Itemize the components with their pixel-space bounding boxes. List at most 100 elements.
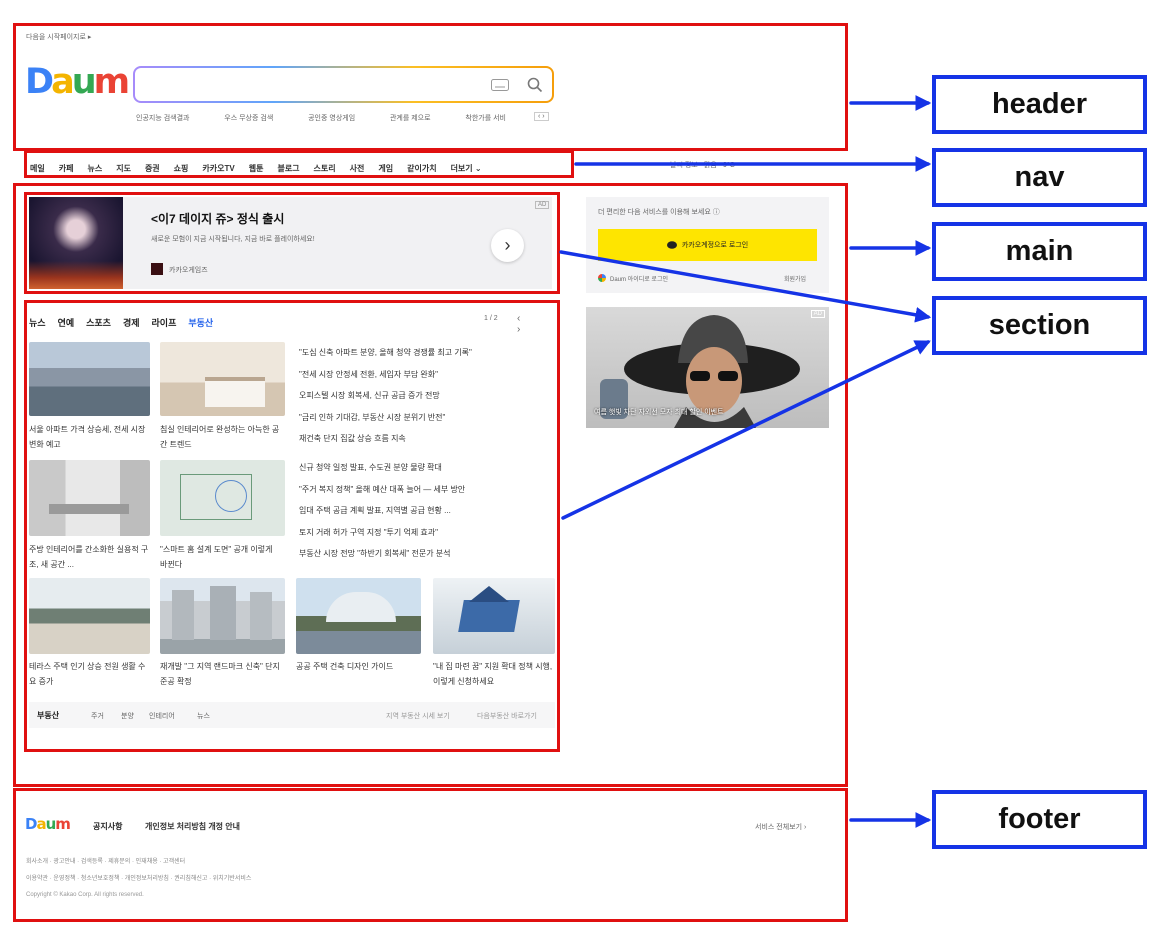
logo-letter-m: m <box>93 62 131 102</box>
advertiser-icon <box>151 263 163 275</box>
headline-list-2: 신규 청약 일정 발표, 수도권 분양 물량 확대 "주거 복지 정책" 올해 … <box>299 457 465 565</box>
keyboard-icon[interactable] <box>491 79 509 91</box>
headline-item[interactable]: 재건축 단지 집값 상승 흐름 지속 <box>299 428 472 450</box>
suggestion-2[interactable]: 우스 무상증 검색 <box>224 113 273 123</box>
tab-realestate[interactable]: 부동산 <box>188 316 213 329</box>
news-thumb-bedroom[interactable] <box>160 342 285 416</box>
tab-life[interactable]: 라이프 <box>152 316 177 329</box>
footer-links-row-1[interactable]: 회사소개 · 광고안내 · 검색등록 · 제휴문의 · 인재채용 · 고객센터 <box>26 856 185 865</box>
news-thumb-house-phone[interactable] <box>433 578 555 654</box>
banner-subtitle: 새로운 모험이 지금 시작됩니다, 지금 바로 플레이하세요! <box>151 236 315 243</box>
nav-item-story[interactable]: 스토리 <box>314 163 336 174</box>
logo-letter-d: D <box>25 62 54 102</box>
news-caption-8[interactable]: "내 집 마련 꿈" 지원 확대 정책 시행, 이렇게 신청하세요 <box>433 659 553 689</box>
footer-link-prices[interactable]: 지역 부동산 시세 보기 <box>386 711 450 721</box>
news-caption-4[interactable]: "스마트 홈 설계 도면" 공개 이렇게 바뀐다 <box>160 542 280 572</box>
headline-item[interactable]: 부동산 시장 전망 "하반기 회복세" 전문가 분석 <box>299 543 465 565</box>
kakao-login-button[interactable]: 카카오계정으로 로그인 <box>598 229 817 261</box>
headline-item[interactable]: 토지 거래 허가 구역 지정 "투기 억제 효과" <box>299 522 465 544</box>
news-thumb-public-housing[interactable] <box>296 578 421 654</box>
nav-item-together[interactable]: 같이가치 <box>407 163 436 174</box>
footer-daum-logo[interactable]: Daum <box>25 815 71 833</box>
footer-logo-letter-m: m <box>55 815 71 833</box>
weather-widget[interactable]: 날씨 정보 · 맑음 · 9°C <box>670 160 735 170</box>
nav-item-game[interactable]: 게임 <box>378 163 393 174</box>
news-caption-7[interactable]: 공공 주택 건축 디자인 가이드 <box>296 659 416 674</box>
footer-notice-label[interactable]: 공지사항 <box>93 821 122 832</box>
search-input[interactable] <box>143 74 477 96</box>
nav-item-news[interactable]: 뉴스 <box>87 163 102 174</box>
headline-list-1: "도심 신축 아파트 분양, 올해 청약 경쟁률 최고 기록" "전세 시장 안… <box>299 342 472 450</box>
news-caption-5[interactable]: 테라스 주택 인기 상승 전원 생활 수요 증가 <box>29 659 149 689</box>
search-bar[interactable] <box>133 66 554 103</box>
nav-item-kakaotv[interactable]: 카카오TV <box>202 163 234 174</box>
banner-advertiser: 카카오게임즈 <box>169 267 208 274</box>
headline-item[interactable]: "전세 시장 안정세 전환, 세입자 부담 완화" <box>299 364 472 386</box>
suggestion-4[interactable]: 관계를 제으로 <box>390 113 431 123</box>
headline-item[interactable]: "주거 복지 정책" 올해 예산 대폭 늘어 — 세부 방안 <box>299 479 465 501</box>
footer-tab-realestate[interactable]: 부동산 <box>37 710 59 721</box>
nav-item-blog[interactable]: 블로그 <box>277 163 299 174</box>
daum-id-login-link[interactable]: Daum 아이디로 로그인 <box>610 274 668 283</box>
suggestion-3[interactable]: 공인중 영상게임 <box>308 113 355 123</box>
label-section: section <box>932 296 1147 355</box>
footer-notice-text[interactable]: 개인정보 처리방침 개정 안내 <box>145 821 240 832</box>
search-icon[interactable] <box>527 77 543 93</box>
suggestion-5[interactable]: 착한가를 서비 <box>465 113 506 123</box>
tab-economy[interactable]: 경제 <box>123 316 140 329</box>
news-caption-1[interactable]: 서울 아파트 가격 상승세, 전세 시장 변화 예고 <box>29 422 149 452</box>
banner-ad[interactable]: <이7 데이지 쥬> 정식 출시 새로운 모험이 지금 시작됩니다, 지금 바로… <box>29 197 552 289</box>
side-ad[interactable]: AD 여름 햇빛 차단 자외선 모자 최대 할인 이벤트 <box>586 307 829 428</box>
news-caption-6[interactable]: 재개발 "그 지역 랜드마크 신축" 단지 준공 확정 <box>160 659 280 689</box>
login-box: 더 편리한 다음 서비스를 이용해 보세요 ⓘ 카카오계정으로 로그인 Daum… <box>586 197 829 293</box>
news-thumb-kitchen[interactable] <box>29 460 150 536</box>
set-homepage-link[interactable]: 다음을 시작페이지로 ▸ <box>26 32 91 42</box>
footer-links-row-2[interactable]: 이용약관 · 운영정책 · 청소년보호정책 · 개인정보처리방침 · 권리침해신… <box>26 873 251 882</box>
kakao-talk-icon <box>666 240 677 249</box>
headline-item[interactable]: "도심 신축 아파트 분양, 올해 청약 경쟁률 최고 기록" <box>299 342 472 364</box>
news-tabs: 뉴스 연예 스포츠 경제 라이프 부동산 <box>29 313 225 331</box>
news-thumb-apartments[interactable] <box>160 578 285 654</box>
news-thumb-terrace[interactable] <box>29 578 150 654</box>
label-footer: footer <box>932 790 1147 849</box>
footer-logo-letter-d: D <box>25 815 37 833</box>
news-thumb-city[interactable] <box>29 342 150 416</box>
nav-item-mail[interactable]: 메일 <box>30 163 45 174</box>
footer-tab-news[interactable]: 뉴스 <box>197 711 210 721</box>
suggestion-pager[interactable]: ‹ › <box>534 112 549 121</box>
headline-item[interactable]: 신규 청약 일정 발표, 수도권 분양 물량 확대 <box>299 457 465 479</box>
tab-sports[interactable]: 스포츠 <box>86 316 111 329</box>
suggestion-1[interactable]: 인공지능 검색결과 <box>136 113 189 123</box>
signup-link[interactable]: 회원가입 <box>784 274 806 283</box>
news-caption-2[interactable]: 침실 인테리어로 완성하는 아늑한 공간 트렌드 <box>160 422 280 452</box>
banner-next-button[interactable]: › <box>491 229 524 262</box>
nav-item-map[interactable]: 지도 <box>116 163 131 174</box>
logo-letter-a: a <box>51 62 75 102</box>
news-thumb-floorplan[interactable] <box>160 460 285 536</box>
nav-item-stock[interactable]: 증권 <box>145 163 160 174</box>
tab-entertainment[interactable]: 연예 <box>58 316 75 329</box>
daum-logo[interactable]: Daum <box>25 62 131 102</box>
nav-item-webtoon[interactable]: 웹툰 <box>249 163 264 174</box>
nav-item-shopping[interactable]: 쇼핑 <box>174 163 189 174</box>
footer-tab-interior[interactable]: 인테리어 <box>149 711 175 721</box>
headline-item[interactable]: 임대 주택 공급 계획 발표, 지역별 공급 현황 ... <box>299 500 465 522</box>
footer-service-all-link[interactable]: 서비스 전체보기 › <box>755 822 806 832</box>
chevron-right-icon: › <box>504 235 511 255</box>
news-pager-arrows[interactable]: ‹ › <box>517 313 555 335</box>
nav-item-dictionary[interactable]: 사전 <box>350 163 365 174</box>
nav-item-more[interactable]: 더보기 ⌄ <box>451 163 482 174</box>
banner-title: <이7 데이지 쥬> 정식 출시 <box>151 212 285 226</box>
footer-tab-housing[interactable]: 주거 <box>91 711 104 721</box>
footer-link-go[interactable]: 다음부동산 바로가기 <box>477 711 537 721</box>
news-caption-3[interactable]: 주방 인테리어를 간소화한 실용적 구조, 새 공간 ... <box>29 542 149 572</box>
footer-logo-letter-u: u <box>45 815 57 833</box>
footer-copyright: Copyright © Kakao Corp. All rights reser… <box>26 892 144 898</box>
search-suggestions: 인공지능 검색결과 우스 무상증 검색 공인중 영상게임 관계를 제으로 착한가… <box>136 113 506 123</box>
tab-news[interactable]: 뉴스 <box>29 316 46 329</box>
nav-item-cafe[interactable]: 카페 <box>59 163 74 174</box>
footer-tab-sale[interactable]: 분양 <box>121 711 134 721</box>
headline-item[interactable]: 오피스텔 시장 회복세, 신규 공급 증가 전망 <box>299 385 472 407</box>
nav-bar: 메일 카페 뉴스 지도 증권 쇼핑 카카오TV 웹툰 블로그 스토리 사전 게임 같이가치 더보기 ⌄ <box>30 158 496 176</box>
headline-item[interactable]: "금리 인하 기대감, 부동산 시장 분위기 반전" <box>299 407 472 429</box>
